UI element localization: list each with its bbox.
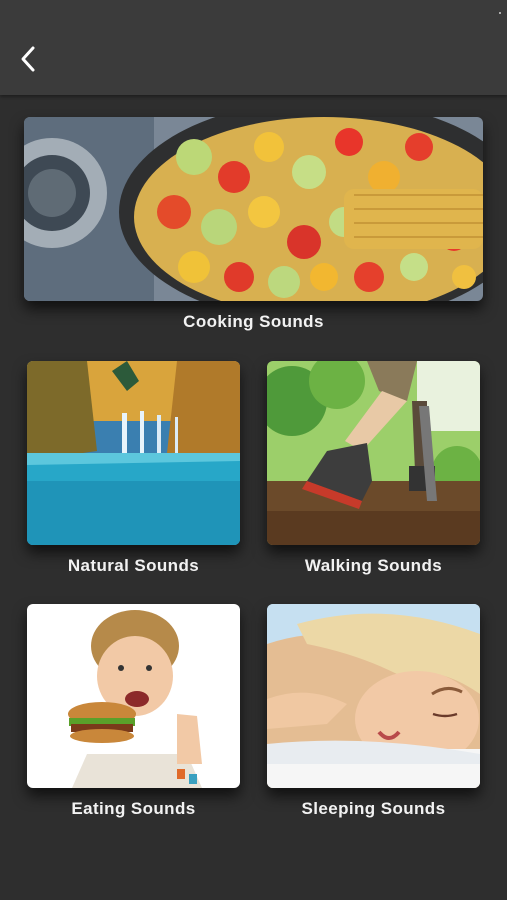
- category-label: Walking Sounds: [304, 556, 443, 575]
- walking-image: [267, 361, 480, 545]
- category-cooking-sounds[interactable]: Cooking Sounds: [24, 117, 483, 335]
- category-walking-sounds[interactable]: Walking Sounds: [267, 361, 480, 579]
- category-natural-sounds[interactable]: Natural Sounds: [27, 361, 240, 579]
- eating-image: [27, 604, 240, 788]
- category-label: Sleeping Sounds: [301, 799, 446, 818]
- status-indicator: [499, 12, 501, 14]
- back-button[interactable]: [12, 42, 44, 76]
- category-label: Natural Sounds: [67, 556, 200, 575]
- cooking-image: [24, 117, 483, 301]
- category-label: Eating Sounds: [71, 799, 196, 818]
- category-eating-sounds[interactable]: Eating Sounds: [27, 604, 240, 822]
- nature-image: [27, 361, 240, 545]
- sleeping-image: [267, 604, 480, 788]
- category-label: Cooking Sounds: [183, 312, 324, 331]
- top-bar: [0, 0, 507, 95]
- category-sleeping-sounds[interactable]: Sleeping Sounds: [267, 604, 480, 822]
- chevron-left-icon: [21, 46, 35, 72]
